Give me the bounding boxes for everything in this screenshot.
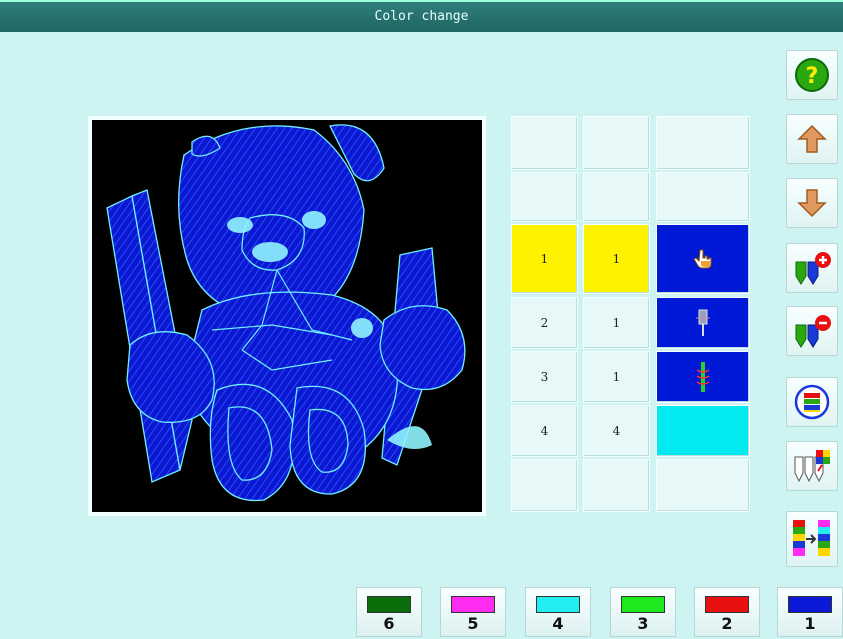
add-color-button[interactable] (786, 243, 838, 293)
needle-assign-button[interactable] (786, 441, 838, 491)
color-button-2[interactable]: 2 (694, 587, 760, 637)
color-number: 4 (552, 614, 564, 633)
window-title: Color change (374, 9, 469, 24)
table-cell-empty (656, 116, 750, 170)
table-cell-order[interactable]: 4 (511, 405, 578, 457)
color-number: 2 (721, 614, 733, 633)
color-transfer-icon (793, 520, 830, 556)
title-bar: Color change (0, 0, 843, 32)
remove-color-button[interactable] (786, 306, 838, 356)
table-cell-empty (511, 459, 578, 512)
arrow-up-icon (797, 124, 827, 153)
color-button-5[interactable]: 5 (440, 587, 506, 637)
color-cycle-icon (794, 384, 830, 420)
table-cell-needle[interactable]: 1 (583, 297, 650, 349)
color-number: 6 (383, 614, 395, 633)
move-down-button[interactable] (786, 178, 838, 228)
color-button-1[interactable]: 1 (777, 587, 843, 637)
table-cell-empty (656, 172, 750, 222)
table-cell-empty (583, 116, 650, 170)
color-swatch (451, 596, 495, 613)
table-cell-order[interactable]: 1 (511, 224, 578, 294)
arrow-down-icon (797, 189, 827, 218)
table-cell-order[interactable]: 3 (511, 351, 578, 403)
teddy-bear-embroidery-image (106, 124, 466, 502)
color-cycle-button[interactable] (786, 377, 838, 427)
color-number: 5 (467, 614, 479, 633)
color-button-3[interactable]: 3 (610, 587, 676, 637)
table-cell-empty (656, 459, 750, 512)
thread-spool-icon (696, 362, 710, 392)
table-cell-empty (583, 459, 650, 512)
color-swatch (705, 596, 749, 613)
table-cell-empty (511, 172, 578, 222)
move-up-button[interactable] (786, 114, 838, 164)
color-button-6[interactable]: 6 (356, 587, 422, 637)
color-button-4[interactable]: 4 (525, 587, 591, 637)
table-cell-needle[interactable]: 1 (583, 224, 650, 294)
question-icon: ? (795, 58, 829, 92)
needle-assign-icon (794, 450, 830, 483)
add-needle-icon (795, 252, 831, 285)
color-number: 3 (637, 614, 649, 633)
table-cell-order[interactable]: 2 (511, 297, 578, 349)
hand-pointer-icon (693, 249, 712, 269)
color-swatch (536, 596, 580, 613)
table-cell-icon[interactable] (656, 351, 750, 403)
design-preview (92, 120, 482, 512)
help-button[interactable]: ? (786, 50, 838, 100)
color-swatch (621, 596, 665, 613)
table-cell-icon[interactable] (656, 297, 750, 349)
needle-icon (696, 309, 710, 336)
table-cell-icon[interactable] (656, 224, 750, 294)
svg-text:?: ? (806, 64, 819, 89)
remove-needle-icon (795, 315, 831, 348)
table-cell-needle[interactable]: 1 (583, 351, 650, 403)
table-cell-color[interactable] (656, 405, 750, 457)
color-swatch (367, 596, 411, 613)
color-swatch (788, 596, 832, 613)
table-cell-empty (511, 116, 578, 170)
color-transfer-button[interactable] (786, 511, 838, 567)
table-cell-needle[interactable]: 4 (583, 405, 650, 457)
table-cell-empty (583, 172, 650, 222)
color-number: 1 (804, 614, 816, 633)
